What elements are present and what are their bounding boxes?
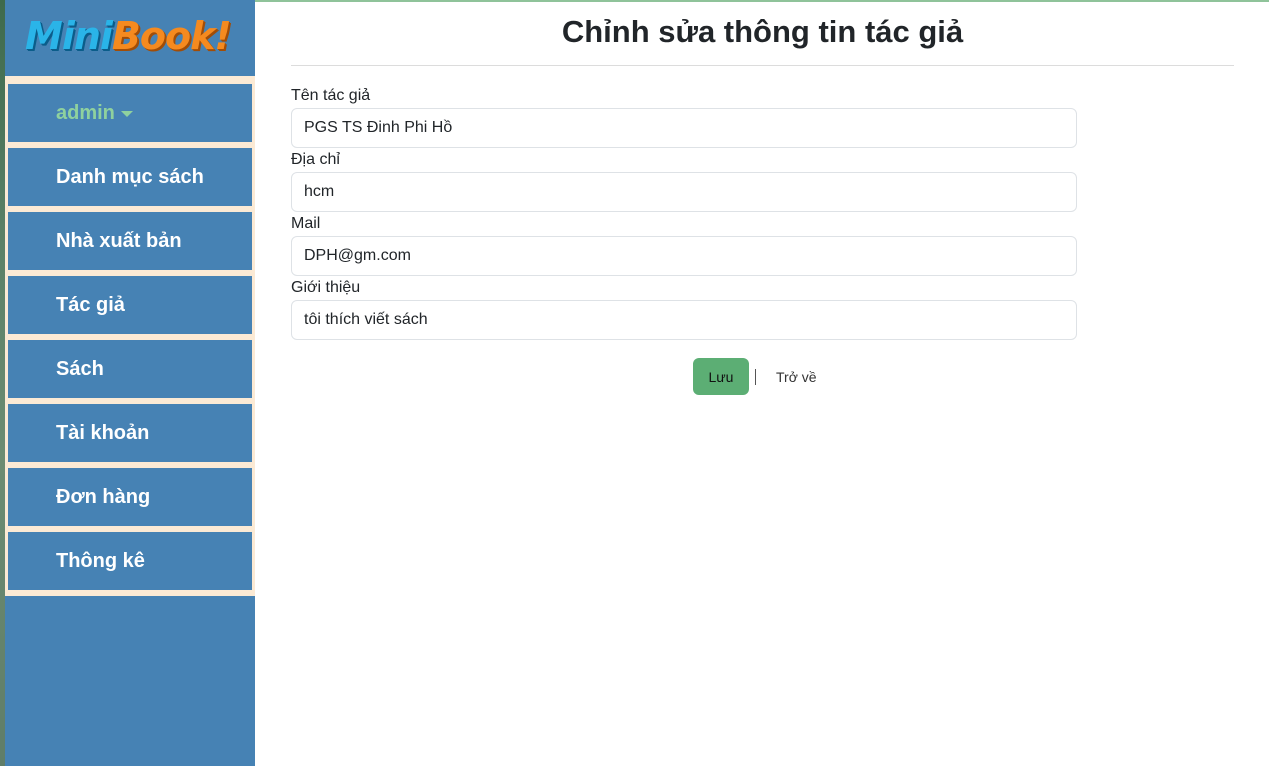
intro-input[interactable] xyxy=(291,300,1077,340)
action-separator xyxy=(755,368,756,385)
sidebar-item-label: Tài khoản xyxy=(56,421,150,444)
sidebar-menu: admin Danh mục sách Nhà xuất bản Tác giả… xyxy=(5,76,255,596)
author-name-group: Tên tác giả xyxy=(291,86,1077,148)
sidebar-item-label: Đơn hàng xyxy=(56,485,151,508)
sidebar-item-orders[interactable]: Đơn hàng xyxy=(8,468,252,526)
address-input[interactable] xyxy=(291,172,1077,212)
mail-input[interactable] xyxy=(291,236,1077,276)
user-menu-label: admin xyxy=(56,101,115,124)
logo[interactable]: MiniBook! xyxy=(5,0,255,76)
address-group: Địa chỉ xyxy=(291,150,1077,212)
page: MiniBook! admin Danh mục sách Nhà xuất b… xyxy=(0,0,1269,766)
address-label: Địa chỉ xyxy=(291,151,340,168)
main-content: Chỉnh sửa thông tin tác giả Tên tác giả … xyxy=(255,2,1269,766)
sidebar-item-publishers[interactable]: Nhà xuất bản xyxy=(8,212,252,270)
sidebar-item-label: Nhà xuất bản xyxy=(56,229,182,252)
intro-label: Giới thiệu xyxy=(291,279,361,296)
sidebar-item-label: Thông kê xyxy=(56,549,145,572)
sidebar-item-label: Sách xyxy=(56,357,104,380)
back-link[interactable]: Trở về xyxy=(776,369,817,385)
sidebar-item-statistics[interactable]: Thông kê xyxy=(8,532,252,590)
caret-down-icon xyxy=(120,111,133,117)
logo-book: Book! xyxy=(111,14,232,58)
mail-group: Mail xyxy=(291,214,1077,276)
sidebar-item-categories[interactable]: Danh mục sách xyxy=(8,148,252,206)
sidebar-item-label: Danh mục sách xyxy=(56,165,204,188)
form-actions: Lưu Trở về xyxy=(693,358,817,395)
logo-text[interactable]: MiniBook! xyxy=(25,10,232,62)
sidebar-item-books[interactable]: Sách xyxy=(8,340,252,398)
author-name-label: Tên tác giả xyxy=(291,87,371,104)
intro-group: Giới thiệu xyxy=(291,278,1077,340)
mail-label: Mail xyxy=(291,215,321,232)
sidebar-item-accounts[interactable]: Tài khoản xyxy=(8,404,252,462)
user-menu-toggle[interactable]: admin xyxy=(8,84,252,142)
logo-mini: Mini xyxy=(25,14,113,58)
title-divider xyxy=(291,65,1234,66)
author-name-input[interactable] xyxy=(291,108,1077,148)
sidebar-item-label: Tác giả xyxy=(56,293,125,316)
sidebar-item-authors[interactable]: Tác giả xyxy=(8,276,252,334)
save-button[interactable]: Lưu xyxy=(693,358,749,395)
page-title: Chỉnh sửa thông tin tác giả xyxy=(561,14,964,49)
sidebar: MiniBook! admin Danh mục sách Nhà xuất b… xyxy=(5,0,255,766)
